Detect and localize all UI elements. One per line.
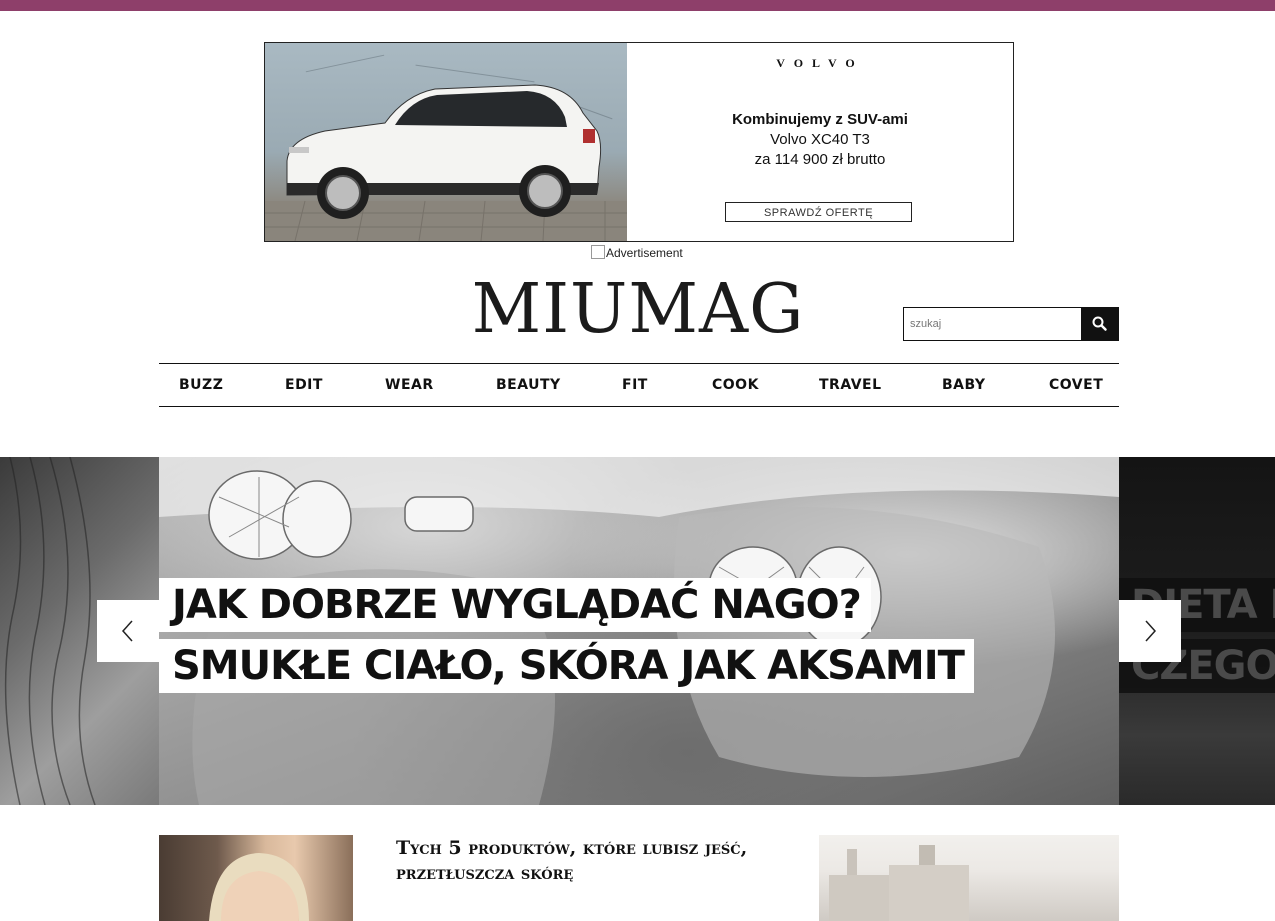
nav-item-baby[interactable]: BABY xyxy=(942,364,986,406)
ad-label: Advertisement xyxy=(591,245,683,260)
site-logo[interactable]: MIUMAG xyxy=(440,270,836,350)
nav-item-wear[interactable]: WEAR xyxy=(385,364,434,406)
chevron-right-icon xyxy=(1145,620,1157,642)
article-title[interactable]: Tych 5 produktów, które lubisz jeść, prz… xyxy=(396,836,776,886)
ad-model: Volvo XC40 T3 xyxy=(770,131,870,148)
nav-item-beauty[interactable]: BEAUTY xyxy=(496,364,561,406)
article-thumbnail-2[interactable] xyxy=(819,835,1119,921)
ad-cta-button[interactable]: SPRAWDŹ OFERTĘ xyxy=(725,202,912,222)
ad-headline: Kombinujemy z SUV-ami xyxy=(732,111,908,128)
nav-item-covet[interactable]: COVET xyxy=(1049,364,1103,406)
nav-item-travel[interactable]: TRAVEL xyxy=(819,364,882,406)
suv-illustration xyxy=(265,84,627,241)
main-nav: BUZZ EDIT WEAR BEAUTY FIT COOK TRAVEL BA… xyxy=(159,363,1119,407)
ad-price: za 114 900 zł brutto xyxy=(754,151,886,168)
slider-next-button[interactable] xyxy=(1119,600,1181,662)
search-box xyxy=(903,307,1119,341)
ad-car-photo xyxy=(265,43,627,241)
hero-title-text-2: SMUKŁE CIAŁO, SKÓRA JAK AKSAMIT xyxy=(172,643,965,689)
browser-top-bar xyxy=(0,0,1275,11)
chevron-left-icon xyxy=(121,620,133,642)
search-button[interactable] xyxy=(1081,307,1119,341)
slider-prev-button[interactable] xyxy=(97,600,159,662)
nav-item-edit[interactable]: EDIT xyxy=(285,364,323,406)
nav-item-cook[interactable]: COOK xyxy=(712,364,759,406)
search-input[interactable] xyxy=(904,308,1082,340)
hero-title-line-2[interactable]: SMUKŁE CIAŁO, SKÓRA JAK AKSAMIT xyxy=(159,639,974,693)
ad-label-text: Advertisement xyxy=(606,246,683,260)
hero-title-line-1[interactable]: JAK DOBRZE WYGLĄDAĆ NAGO? xyxy=(159,578,871,632)
hero-slider: JAK DOBRZE WYGLĄDAĆ NAGO? SMUKŁE CIAŁO, … xyxy=(0,457,1275,805)
hero-title-text-1: JAK DOBRZE WYGLĄDAĆ NAGO? xyxy=(172,582,862,628)
article-thumbnail[interactable] xyxy=(159,835,353,921)
ad-banner[interactable]: VOLVO Kombinujemy z SUV-ami Volvo XC40 T… xyxy=(264,42,1014,242)
ad-brand-logo: VOLVO xyxy=(776,56,864,70)
nav-item-fit[interactable]: FIT xyxy=(622,364,648,406)
broken-image-icon xyxy=(591,245,605,259)
nav-item-buzz[interactable]: BUZZ xyxy=(179,364,223,406)
search-icon xyxy=(1092,316,1107,331)
